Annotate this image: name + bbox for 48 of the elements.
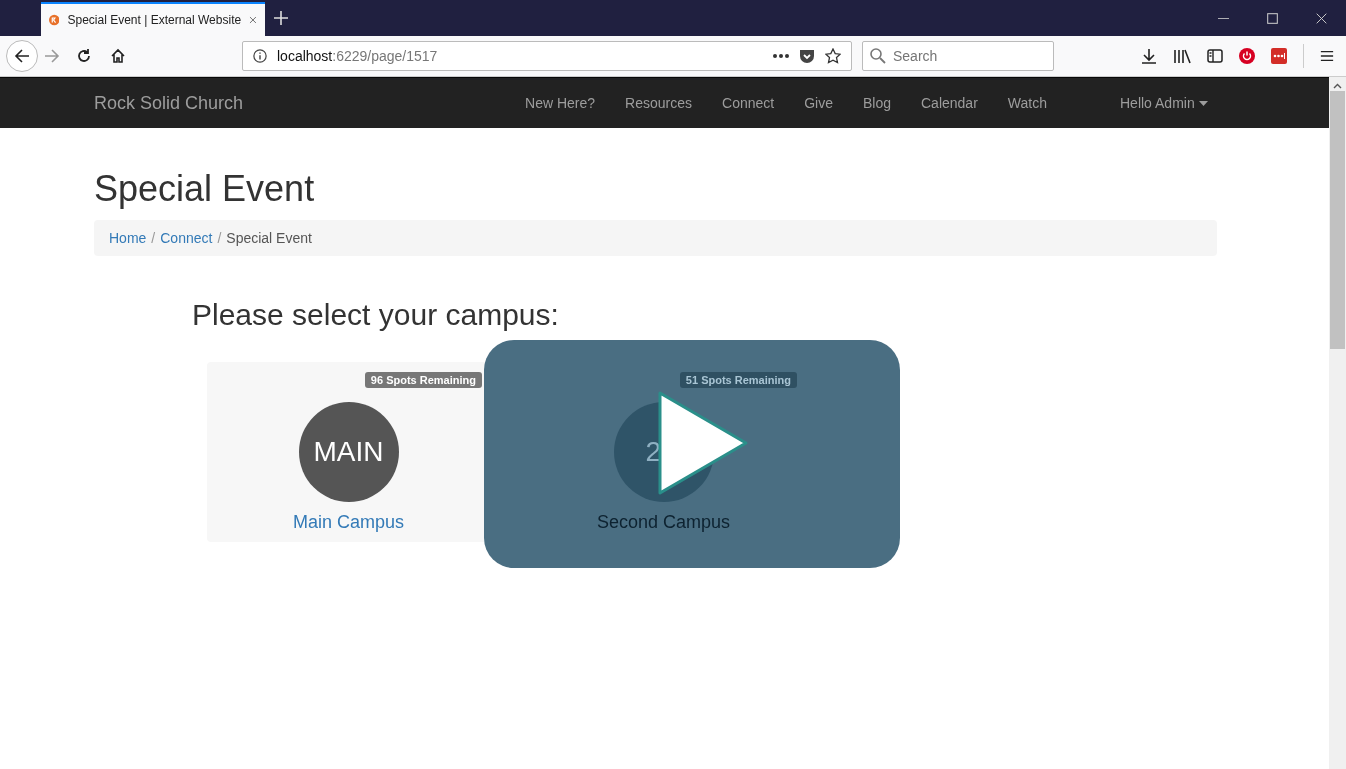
info-icon — [253, 49, 267, 63]
search-icon — [870, 48, 886, 64]
pocket-icon[interactable] — [799, 48, 815, 64]
menu-icon[interactable] — [1320, 49, 1334, 63]
power-icon[interactable] — [1239, 48, 1255, 64]
scroll-up-icon[interactable] — [1333, 83, 1342, 89]
breadcrumb-separator: / — [216, 230, 223, 246]
logo-icon — [49, 12, 60, 28]
home-icon[interactable] — [110, 48, 126, 64]
breadcrumb-link[interactable]: Home — [109, 230, 147, 246]
campus-prompt: Please select your campus: — [192, 298, 560, 332]
caret-icon — [1198, 100, 1208, 106]
forward-icon[interactable] — [44, 48, 60, 64]
more-icon[interactable] — [773, 54, 789, 58]
back-arrow-icon — [14, 48, 30, 64]
nav-link[interactable]: Watch — [1007, 95, 1047, 111]
breadcrumb-current: Special Event — [226, 230, 312, 246]
download-icon[interactable] — [1141, 48, 1157, 64]
nav-link[interactable]: New Here? — [525, 95, 596, 111]
spots-badge: 51 Spots Remaining — [679, 372, 797, 388]
close-icon[interactable] — [1316, 12, 1327, 24]
back-button[interactable] — [6, 40, 38, 72]
search-field[interactable]: Search — [862, 41, 1054, 71]
scrollbar[interactable] — [1329, 77, 1346, 769]
breadcrumb-separator: / — [150, 230, 157, 246]
nav-link[interactable]: Connect — [722, 95, 775, 111]
library-icon[interactable] — [1173, 48, 1191, 64]
nav-link[interactable]: Blog — [862, 95, 891, 111]
nav-link[interactable]: Calendar — [921, 95, 978, 111]
breadcrumb-link[interactable]: Connect — [160, 230, 213, 246]
page-title: Special Event — [94, 168, 316, 210]
plus-icon[interactable] — [273, 10, 289, 26]
reload-icon[interactable] — [76, 48, 92, 64]
extension-icon[interactable] — [1271, 48, 1287, 64]
campus-link[interactable]: Main Campus — [292, 512, 404, 533]
campus-avatar: MAIN — [298, 402, 399, 502]
sidebar-icon[interactable] — [1207, 48, 1223, 64]
address-bar[interactable]: localhost:6229/page/1517 — [242, 41, 852, 71]
maximize-icon[interactable] — [1267, 12, 1278, 24]
spots-badge: 96 Spots Remaining — [364, 372, 482, 388]
close-icon[interactable] — [249, 14, 257, 26]
user-menu[interactable]: Hello Admin — [1120, 95, 1208, 111]
site-brand[interactable]: Rock Solid Church — [94, 92, 244, 114]
nav-link[interactable]: Resources — [625, 95, 692, 111]
nav-link[interactable]: Give — [804, 95, 833, 111]
play-button[interactable] — [657, 390, 749, 496]
star-icon[interactable] — [825, 48, 841, 64]
browser-tab[interactable]: Special Event | External Website — [41, 2, 265, 36]
